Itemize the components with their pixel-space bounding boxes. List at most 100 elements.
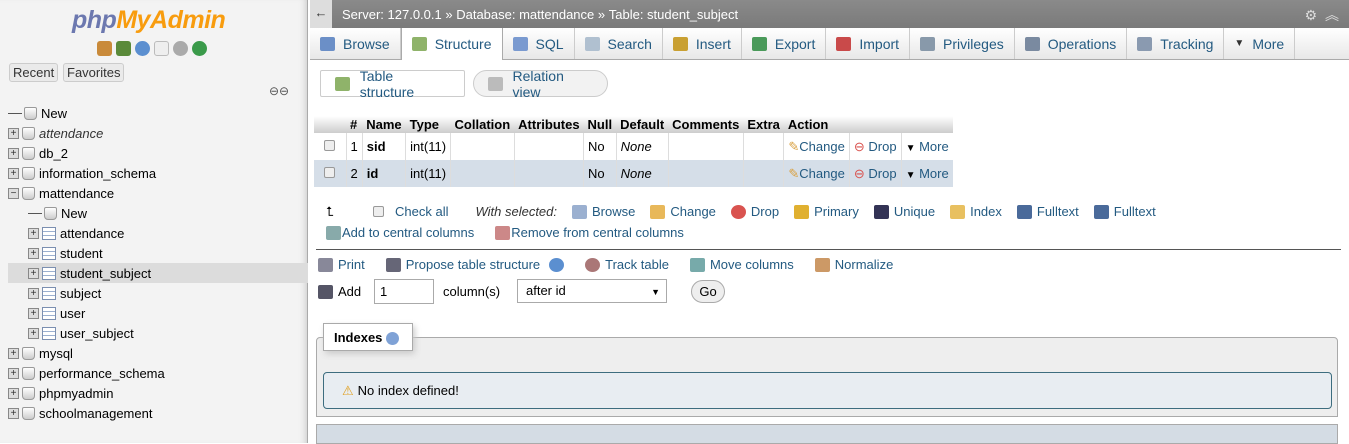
tree-item-db-2[interactable]: + db_2 <box>8 143 308 163</box>
expand-icon[interactable]: + <box>8 127 19 139</box>
phpmyadmin-logo[interactable]: phpMyAdmin <box>72 6 226 35</box>
expand-icon[interactable]: + <box>8 387 19 399</box>
logout-icon[interactable] <box>116 41 131 56</box>
bulk-unique-button[interactable]: Unique <box>894 204 935 219</box>
tree-item-information-schema[interactable]: + information_schema <box>8 163 308 183</box>
column-count-input[interactable] <box>374 279 434 304</box>
help-icon[interactable] <box>135 41 150 56</box>
relation-view-tab[interactable]: Relation view <box>473 68 608 100</box>
add-central-columns-button[interactable]: Add to central columns <box>342 225 474 240</box>
expand-icon[interactable]: + <box>8 147 19 159</box>
breadcrumb-server[interactable]: Server: 127.0.0.1 <box>342 7 442 22</box>
home-icon[interactable] <box>97 41 112 56</box>
tree-item-attendance[interactable]: + attendance <box>8 123 308 143</box>
propose-structure-link[interactable]: Propose table structure <box>406 257 540 272</box>
tree-item-user-subject[interactable]: + user_subject <box>8 323 308 343</box>
tree-item-phpmyadmin[interactable]: + phpmyadmin <box>8 383 308 403</box>
collapse-top-icon[interactable]: ︽ <box>1325 7 1339 23</box>
bulk-primary-button[interactable]: Primary <box>814 204 859 219</box>
expand-icon[interactable]: + <box>8 407 19 419</box>
tree-item-student-subject[interactable]: + student_subject <box>8 263 308 283</box>
change-button[interactable]: ✎Change <box>783 160 850 187</box>
normalize-link[interactable]: Normalize <box>835 257 894 272</box>
breadcrumb-table[interactable]: Table: student_subject <box>609 7 738 22</box>
table-icon <box>42 306 56 320</box>
go-button[interactable]: Go <box>691 280 725 303</box>
tab-more[interactable]: ▼ More <box>1224 28 1296 59</box>
reload-icon[interactable] <box>192 41 207 56</box>
expand-icon[interactable]: + <box>28 307 39 319</box>
settings-gear-icon[interactable]: ⚙ <box>1305 7 1318 23</box>
tree-item-attendance[interactable]: + attendance <box>8 223 308 243</box>
table-structure-tab[interactable]: Table structure <box>320 68 465 100</box>
tree-item-performance-schema[interactable]: + performance_schema <box>8 363 308 383</box>
help-icon[interactable] <box>549 257 565 272</box>
remove-central-columns-button[interactable]: Remove from central columns <box>511 225 684 240</box>
favorites-button[interactable]: Favorites <box>63 63 125 82</box>
column-position-select[interactable]: after id ▼ <box>517 279 667 303</box>
tab-privileges[interactable]: Privileges <box>910 28 1015 59</box>
tree-item-subject[interactable]: + subject <box>8 283 308 303</box>
bulk-drop-button[interactable]: Drop <box>751 204 779 219</box>
tree-item-user[interactable]: + user <box>8 303 308 323</box>
print-link[interactable]: Print <box>338 257 365 272</box>
help-icon[interactable] <box>386 332 400 346</box>
move-columns-link[interactable]: Move columns <box>710 257 794 272</box>
more-button[interactable]: ▼ More <box>901 133 953 160</box>
with-selected-label: With selected: <box>475 204 557 219</box>
settings-gear-icon[interactable] <box>173 41 188 56</box>
tab-search[interactable]: Search <box>575 28 663 59</box>
tree-item-mysql[interactable]: + mysql <box>8 343 308 363</box>
tab-browse[interactable]: Browse <box>310 28 401 59</box>
row-checkbox[interactable] <box>324 167 336 178</box>
tab-export[interactable]: Export <box>742 28 827 59</box>
bulk-browse-button[interactable]: Browse <box>592 204 635 219</box>
database-icon <box>22 386 35 400</box>
expand-icon[interactable]: + <box>28 327 39 339</box>
move-columns-icon <box>689 257 705 272</box>
tab-operations[interactable]: Operations <box>1015 28 1128 59</box>
tree-item-student[interactable]: + student <box>8 243 308 263</box>
breadcrumb-database[interactable]: Database: mattendance <box>456 7 594 22</box>
tree-item-New[interactable]: New <box>8 203 308 223</box>
recent-button[interactable]: Recent <box>9 63 59 82</box>
expand-icon[interactable]: + <box>28 287 39 299</box>
database-icon <box>22 346 35 360</box>
check-all-label[interactable]: Check all <box>395 204 448 219</box>
tab-label: Operations <box>1047 35 1117 52</box>
tree-item-New[interactable]: New <box>8 103 308 123</box>
tree-item-label: student <box>60 245 103 261</box>
expand-icon[interactable]: + <box>28 227 39 239</box>
tree-item-mattendance[interactable]: − mattendance <box>8 183 308 203</box>
docs-icon[interactable] <box>154 41 169 56</box>
more-button[interactable]: ▼ More <box>901 160 953 187</box>
expand-icon[interactable]: + <box>8 367 19 379</box>
track-table-link[interactable]: Track table <box>605 257 669 272</box>
database-tree: New + attendance + db_2 + information_schema − m… <box>8 103 308 423</box>
expand-icon[interactable]: + <box>8 167 19 179</box>
row-checkbox[interactable] <box>324 140 336 151</box>
drop-button[interactable]: ⊖ Drop <box>849 133 902 160</box>
expand-icon[interactable]: + <box>8 347 19 359</box>
check-all-checkbox[interactable] <box>373 206 384 217</box>
tab-insert[interactable]: Insert <box>663 28 742 59</box>
expand-icon[interactable]: + <box>28 247 39 259</box>
expand-icon[interactable]: + <box>28 267 39 279</box>
tree-item-schoolmanagement[interactable]: + schoolmanagement <box>8 403 308 423</box>
drop-button[interactable]: ⊖ Drop <box>849 160 902 187</box>
bulk-change-button[interactable]: Change <box>670 204 716 219</box>
bulk-fulltext-button-2[interactable]: Fulltext <box>1114 204 1156 219</box>
collapse-arrow-icon[interactable]: ← <box>310 0 332 28</box>
check-all-arrow-icon: ⮤ <box>326 204 334 219</box>
tab-label: SQL <box>535 35 564 52</box>
bulk-index-button[interactable]: Index <box>970 204 1002 219</box>
change-button[interactable]: ✎Change <box>783 133 850 160</box>
collapse-icon[interactable]: − <box>8 187 19 199</box>
link-with-main-icon[interactable]: ⊖⊖ <box>269 84 289 98</box>
tab-sql[interactable]: SQL <box>503 28 575 59</box>
tab-structure[interactable]: Structure <box>400 28 503 60</box>
tab-import[interactable]: Import <box>826 28 911 59</box>
bulk-fulltext-button[interactable]: Fulltext <box>1037 204 1079 219</box>
no-index-notice: ⚠ No index defined! <box>323 372 1332 409</box>
tab-tracking[interactable]: Tracking <box>1127 28 1225 59</box>
